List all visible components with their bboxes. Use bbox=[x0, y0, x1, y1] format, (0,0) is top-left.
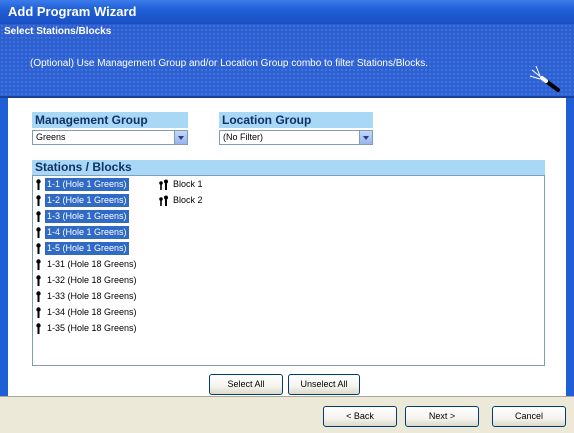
station-label: 1-5 (Hole 1 Greens) bbox=[45, 242, 129, 255]
station-label: 1-34 (Hole 18 Greens) bbox=[47, 307, 137, 317]
header-description: (Optional) Use Management Group and/or L… bbox=[30, 58, 428, 69]
location-group-select[interactable]: (No Filter) bbox=[219, 130, 373, 145]
block-item[interactable]: Block 1 bbox=[158, 178, 203, 191]
station-label: 1-33 (Hole 18 Greens) bbox=[47, 291, 137, 301]
management-group-label: Management Group bbox=[32, 112, 188, 128]
wizard-header: Select Stations/Blocks (Optional) Use Ma… bbox=[0, 24, 574, 96]
window-title: Add Program Wizard bbox=[0, 0, 574, 24]
magic-wand-icon bbox=[529, 65, 560, 92]
station-label: 1-1 (Hole 1 Greens) bbox=[45, 178, 129, 191]
next-button[interactable]: Next > bbox=[405, 406, 479, 427]
station-label: 1-4 (Hole 1 Greens) bbox=[45, 226, 129, 239]
station-item[interactable]: 1-3 (Hole 1 Greens) bbox=[35, 210, 129, 223]
chevron-down-icon[interactable] bbox=[174, 131, 187, 144]
block-label: Block 2 bbox=[173, 195, 203, 205]
station-label: 1-32 (Hole 18 Greens) bbox=[47, 275, 137, 285]
station-item[interactable]: 1-32 (Hole 18 Greens) bbox=[35, 274, 139, 287]
block-icon bbox=[159, 179, 168, 190]
management-group-value: Greens bbox=[36, 132, 66, 142]
station-icon bbox=[36, 179, 41, 190]
station-item[interactable]: 1-35 (Hole 18 Greens) bbox=[35, 322, 139, 335]
block-icon bbox=[159, 195, 168, 206]
station-label: 1-2 (Hole 1 Greens) bbox=[45, 194, 129, 207]
station-item[interactable]: 1-2 (Hole 1 Greens) bbox=[35, 194, 129, 207]
station-icon bbox=[36, 275, 41, 286]
chevron-down-icon[interactable] bbox=[359, 131, 372, 144]
section-title: Select Stations/Blocks bbox=[4, 26, 112, 37]
station-item[interactable]: 1-31 (Hole 18 Greens) bbox=[35, 258, 139, 271]
station-icon bbox=[36, 307, 41, 318]
station-icon bbox=[36, 323, 41, 334]
station-icon bbox=[36, 259, 41, 270]
stations-blocks-label: Stations / Blocks bbox=[32, 160, 545, 175]
stations-blocks-list[interactable]: 1-1 (Hole 1 Greens) 1-2 (Hole 1 Greens) … bbox=[32, 175, 545, 366]
station-item[interactable]: 1-33 (Hole 18 Greens) bbox=[35, 290, 139, 303]
right-border bbox=[566, 98, 574, 402]
select-all-button[interactable]: Select All bbox=[209, 374, 283, 395]
back-button[interactable]: < Back bbox=[323, 406, 397, 427]
block-label: Block 1 bbox=[173, 179, 203, 189]
station-item[interactable]: 1-1 (Hole 1 Greens) bbox=[35, 178, 129, 191]
location-group-value: (No Filter) bbox=[223, 132, 263, 142]
station-item[interactable]: 1-4 (Hole 1 Greens) bbox=[35, 226, 129, 239]
block-item[interactable]: Block 2 bbox=[158, 194, 203, 207]
station-icon bbox=[36, 291, 41, 302]
station-label: 1-3 (Hole 1 Greens) bbox=[45, 210, 129, 223]
wizard-footer bbox=[0, 397, 574, 433]
station-item[interactable]: 1-5 (Hole 1 Greens) bbox=[35, 242, 129, 255]
cancel-button[interactable]: Cancel bbox=[492, 406, 566, 427]
unselect-all-button[interactable]: Unselect All bbox=[288, 374, 360, 395]
station-icon bbox=[36, 243, 41, 254]
management-group-select[interactable]: Greens bbox=[32, 130, 188, 145]
station-label: 1-31 (Hole 18 Greens) bbox=[47, 259, 137, 269]
station-label: 1-35 (Hole 18 Greens) bbox=[47, 323, 137, 333]
location-group-label: Location Group bbox=[219, 112, 373, 128]
station-item[interactable]: 1-34 (Hole 18 Greens) bbox=[35, 306, 139, 319]
station-icon bbox=[36, 227, 41, 238]
left-border bbox=[0, 98, 8, 402]
station-icon bbox=[36, 195, 41, 206]
station-icon bbox=[36, 211, 41, 222]
